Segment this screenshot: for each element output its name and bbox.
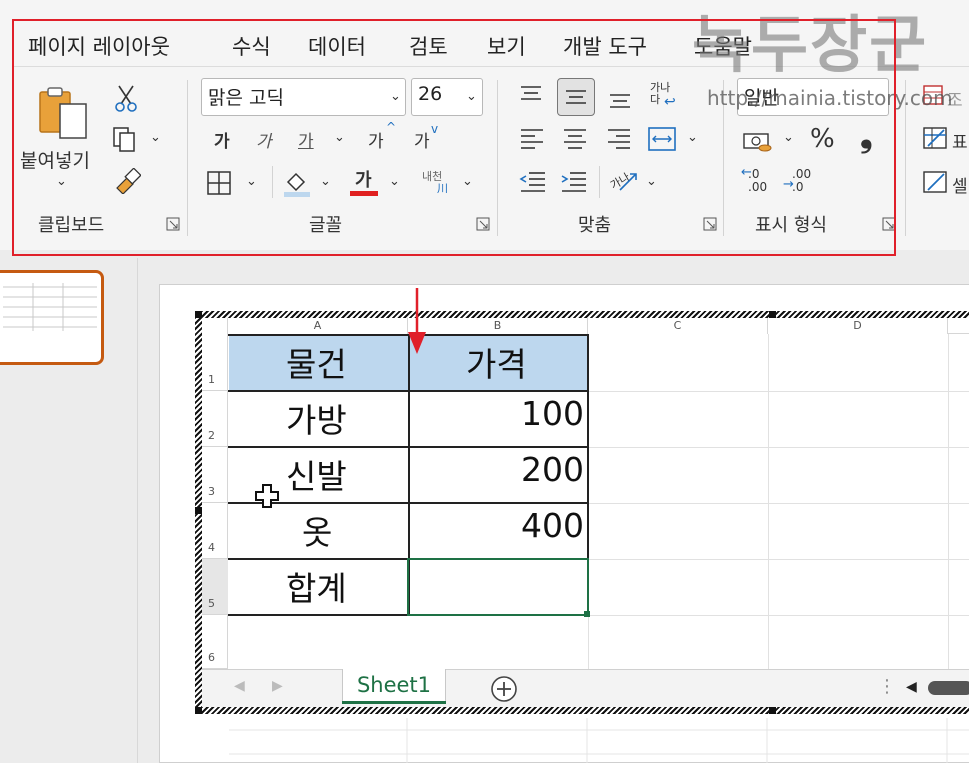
cell-b1[interactable]: 가격 — [466, 338, 527, 386]
column-header-c[interactable]: C — [588, 318, 768, 334]
slide-thumbnail[interactable] — [0, 270, 104, 365]
row-header-2[interactable]: 2 — [202, 391, 228, 447]
tab-split-handle-icon[interactable]: ⋮ — [878, 676, 896, 697]
frame-border-top — [195, 311, 969, 318]
column-header-d[interactable]: D — [768, 318, 948, 334]
cell-b3[interactable]: 200 — [508, 450, 584, 489]
row-header-4[interactable]: 4 — [202, 503, 228, 559]
sheet-tab-sheet1[interactable]: Sheet1 — [342, 669, 446, 703]
row-header-6[interactable]: 6 — [202, 615, 228, 669]
cell-a1[interactable]: 물건 — [286, 338, 347, 386]
resize-handle[interactable] — [195, 707, 202, 714]
horizontal-scrollbar-thumb[interactable] — [928, 681, 969, 695]
sheet-tab-bar: ◀ ▶ Sheet1 ⋮ ◀ — [202, 669, 969, 707]
ribbon: 페이지 레이아웃 수식 데이터 검토 보기 개발 도구 도움말 붙여넣기 ⌄ ⌄… — [0, 0, 969, 256]
cell-a3[interactable]: 신발 — [286, 450, 347, 498]
column-header-b[interactable]: B — [408, 318, 588, 334]
fill-handle[interactable] — [584, 611, 590, 617]
gridline — [948, 334, 949, 669]
column-header-a[interactable]: A — [228, 318, 408, 334]
cell-b2[interactable]: 100 — [508, 394, 584, 433]
thumbnail-grid-icon — [3, 283, 97, 331]
cell-b4[interactable]: 400 — [508, 506, 584, 545]
selected-cell-b5[interactable] — [407, 558, 589, 616]
row-header-5[interactable]: 5 — [202, 559, 228, 615]
format-table-label[interactable]: 표 — [952, 128, 968, 153]
background-grid — [229, 718, 969, 763]
row-header-3[interactable]: 3 — [202, 447, 228, 503]
add-sheet-icon[interactable] — [490, 675, 518, 707]
cell-a4[interactable]: 옷 — [302, 506, 332, 554]
sheet-tab-underline — [342, 701, 446, 704]
cell-styles-icon[interactable] — [922, 170, 948, 198]
cell-a2[interactable]: 가방 — [286, 394, 347, 442]
format-table-icon[interactable] — [922, 126, 948, 154]
frame-border-bottom — [195, 707, 969, 714]
gridline — [768, 334, 769, 669]
annotation-arrow-icon — [405, 286, 429, 362]
row-header-1[interactable]: 1 — [202, 335, 228, 391]
scroll-left-icon[interactable]: ◀ — [906, 679, 917, 695]
resize-handle[interactable] — [195, 311, 202, 318]
spreadsheet-grid[interactable]: A B C D 1 2 3 4 5 6 물건 가격 가방 100 신발 200 … — [202, 318, 969, 669]
resize-handle[interactable] — [195, 507, 202, 514]
prev-sheet-icon[interactable]: ◀ — [234, 678, 245, 694]
next-sheet-icon[interactable]: ▶ — [272, 678, 283, 694]
cell-styles-label[interactable]: 셀 — [952, 172, 968, 197]
resize-handle[interactable] — [769, 311, 776, 318]
cell-select-cursor-icon — [254, 483, 280, 513]
cell-a5[interactable]: 합계 — [286, 562, 347, 610]
ribbon-highlight-box — [12, 19, 896, 256]
resize-handle[interactable] — [769, 707, 776, 714]
